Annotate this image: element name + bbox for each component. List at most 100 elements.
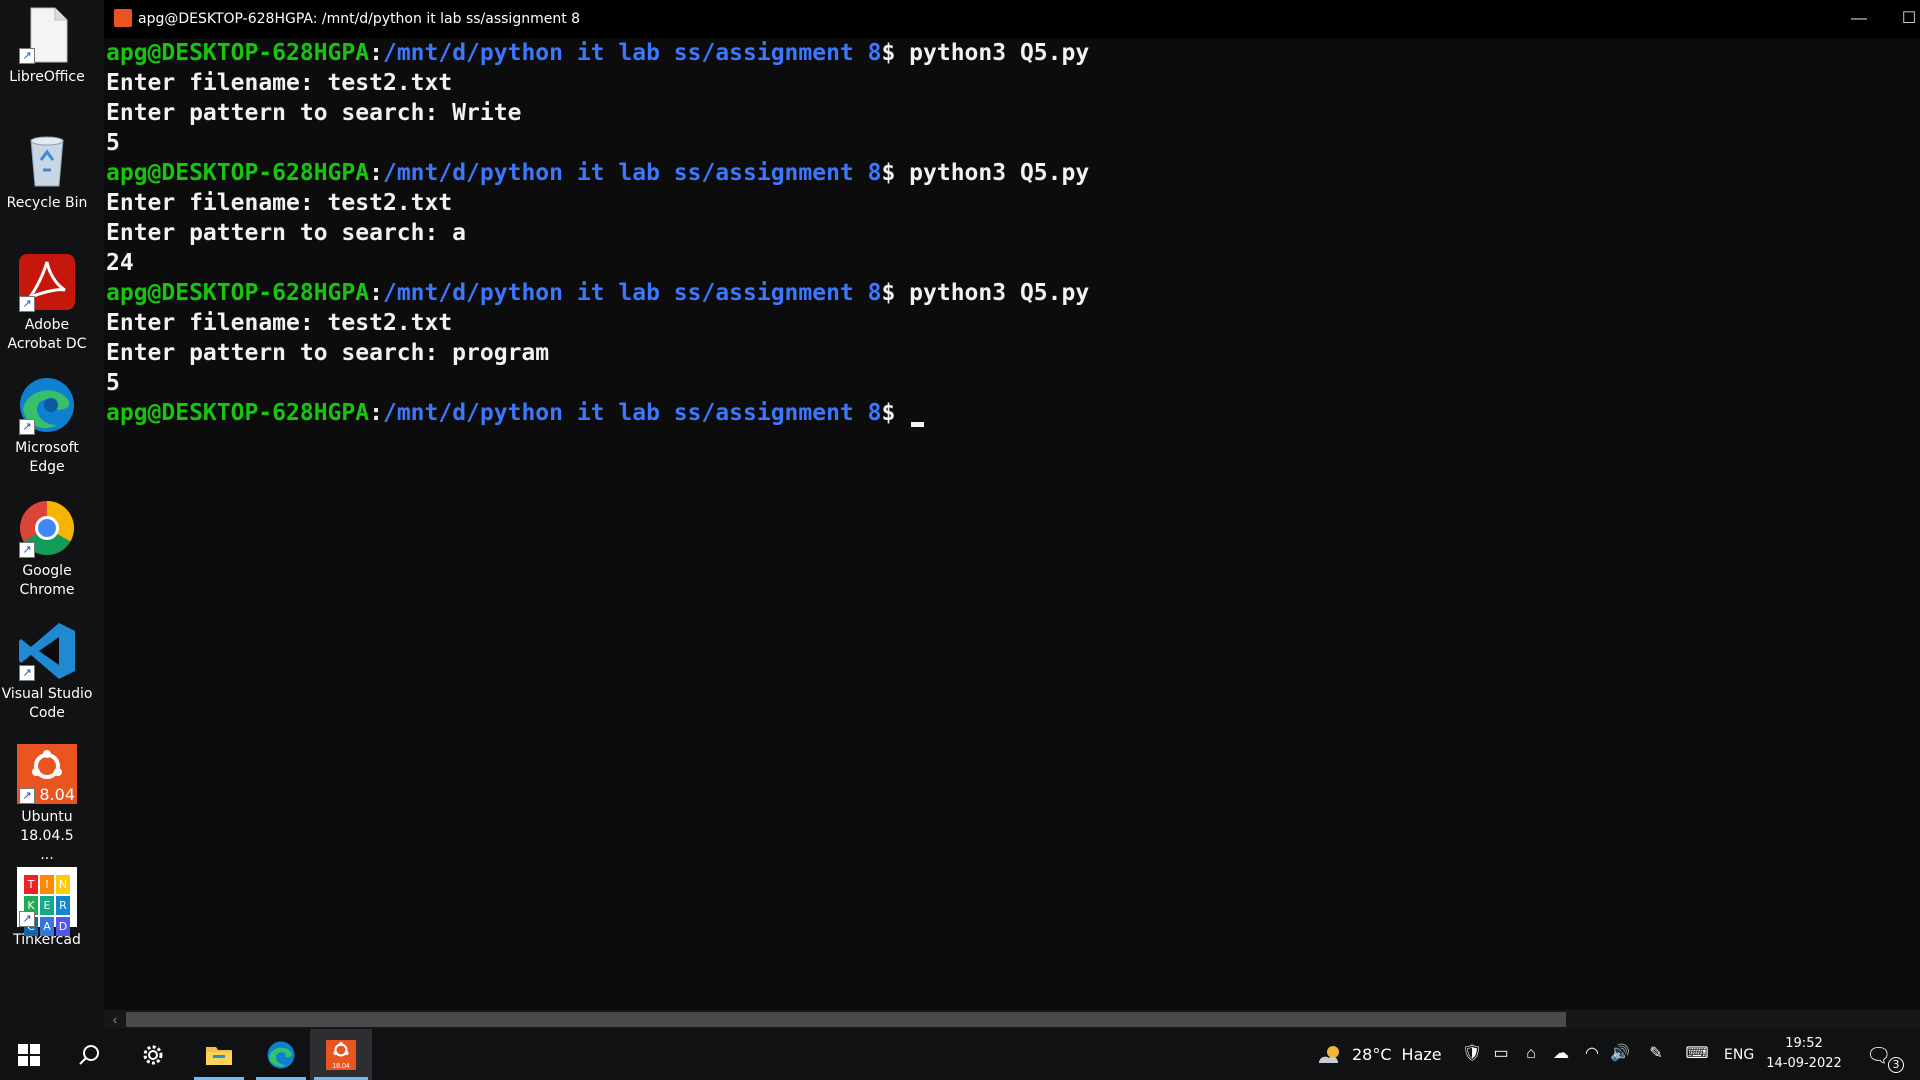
desktop-label: Recycle Bin [6,195,88,211]
desktop-label: Adobe Acrobat DC [7,317,87,352]
current-prompt-line[interactable]: apg@DESKTOP-628HGPA:/mnt/d/python it lab… [106,398,925,428]
shortcut-arrow-icon: ↗ [19,296,35,312]
notification-center-button[interactable]: 🗨 3 [1866,1029,1906,1080]
ubuntu-icon [114,9,132,27]
clock-time: 19:52 [1785,1036,1823,1051]
search-icon [79,1044,99,1065]
recycle-bin-icon [17,130,77,190]
desktop-ubuntu[interactable]: 8.04 ↗ Ubuntu 18.04.5 ... [0,744,94,865]
output-result: 5 [106,370,120,396]
desktop-google-chrome[interactable]: ↗ Google Chrome [0,498,94,600]
pen-icon[interactable]: ✎ [1645,1043,1667,1065]
tinkercad-letter: I [40,875,54,894]
prompt-line: apg@DESKTOP-628HGPA:/mnt/d/python it lab… [106,38,1089,68]
clock-date: 14-09-2022 [1766,1056,1842,1071]
desktop-libreoffice[interactable]: ↗ LibreOffice [0,4,94,87]
vscode-icon: ↗ [17,621,77,681]
tinkercad-letter: A [40,917,54,936]
output-line: Enter filename: test2.txt [106,310,453,336]
shortcut-arrow-icon: ↗ [19,911,35,927]
prompt-path: /mnt/d/python it lab ss/assignment 8 [382,160,882,186]
prompt-symbol: $ [881,160,910,186]
wifi-icon[interactable]: ◠ [1581,1043,1603,1065]
maximize-button[interactable]: ☐ [1894,5,1920,33]
prompt-user: apg@DESKTOP-628HGPA [106,280,370,306]
output-result: 5 [106,130,120,156]
desktop-recycle-bin[interactable]: Recycle Bin [0,130,94,213]
battery-icon[interactable]: ▭ [1490,1043,1512,1065]
output-line: Enter pattern to search: a [106,220,467,246]
language-indicator[interactable]: ENG [1724,1029,1754,1080]
ubuntu-icon: 18.04 [326,1039,356,1070]
volume-icon[interactable]: 🔊 [1609,1043,1631,1065]
start-button[interactable] [0,1029,58,1080]
desktop-microsoft-edge[interactable]: ↗ Microsoft Edge [0,375,94,477]
tinkercad-letter: R [56,896,70,915]
tinkercad-letter: N [56,875,70,894]
prompt-user: apg@DESKTOP-628HGPA [106,160,370,186]
minimize-button[interactable]: — [1844,5,1874,33]
libreoffice-file-icon: ↗ [17,4,77,64]
prompt-user: apg@DESKTOP-628HGPA [106,400,370,426]
ubuntu-version-badge: 18.04 [332,1062,350,1070]
output-line: Enter pattern to search: program [106,340,550,366]
shortcut-arrow-icon: ↗ [19,419,35,435]
search-button[interactable] [62,1029,116,1080]
prompt-path: /mnt/d/python it lab ss/assignment 8 [382,400,882,426]
weather-widget[interactable]: 28°C Haze [1316,1029,1442,1080]
file-explorer-button[interactable] [190,1029,248,1080]
shortcut-arrow-icon: ↗ [19,48,35,64]
onedrive-cloud-icon[interactable]: ☁ [1550,1043,1572,1065]
desktop-adobe-acrobat[interactable]: ↗ Adobe Acrobat DC [0,252,94,354]
touch-keyboard-icon[interactable]: ⌨ [1682,1043,1712,1065]
weather-haze-icon [1319,1045,1339,1063]
tinkercad-icon: T I N K E R C A D ↗ [17,867,77,936]
chrome-icon: ↗ [17,498,77,558]
terminal-console[interactable]: apg@DESKTOP-628HGPA:/mnt/d/python it lab… [104,38,1920,1010]
settings-button[interactable] [126,1029,180,1080]
edge-taskbar-button[interactable] [252,1029,310,1080]
clock[interactable]: 19:52 14-09-2022 [1762,1034,1846,1074]
scrollbar-thumb[interactable] [126,1012,1566,1027]
desktop-tinkercad[interactable]: T I N K E R C A D ↗ Tinkercad [0,867,94,950]
command-text: python3 Q5.py [909,280,1090,306]
prompt-line: apg@DESKTOP-628HGPA:/mnt/d/python it lab… [106,278,1089,308]
desktop-label: Microsoft Edge [15,440,79,475]
language-text: ENG [1724,1046,1755,1063]
start-icon [18,1043,40,1066]
output-line: Enter filename: test2.txt [106,70,453,96]
prompt-path: /mnt/d/python it lab ss/assignment 8 [382,40,882,66]
prompt-separator: : [369,400,383,426]
tinkercad-letter: E [40,896,54,915]
command-text: python3 Q5.py [909,160,1090,186]
horizontal-scrollbar[interactable]: ‹ [104,1010,1920,1029]
file-explorer-icon [206,1046,232,1065]
shortcut-arrow-icon: ↗ [19,665,35,681]
shortcut-arrow-icon: ↗ [19,788,35,804]
desktop-label: Visual Studio Code [1,686,93,721]
output-line: Enter filename: test2.txt [106,190,453,216]
ubuntu-taskbar-button[interactable]: 18.04 [310,1029,372,1080]
prompt-user: apg@DESKTOP-628HGPA [106,40,370,66]
desktop-label: Google Chrome [19,563,75,598]
shortcut-arrow-icon: ↗ [19,542,35,558]
desktop-vscode[interactable]: ↗ Visual Studio Code [0,621,94,723]
window-titlebar[interactable]: apg@DESKTOP-628HGPA: /mnt/d/python it la… [104,0,1920,38]
prompt-symbol: $ [881,280,910,306]
desktop-label: Ubuntu 18.04.5 ... [20,809,74,863]
window-title: apg@DESKTOP-628HGPA: /mnt/d/python it la… [138,11,581,27]
camera-icon[interactable]: ⌂ [1520,1043,1542,1065]
prompt-path: /mnt/d/python it lab ss/assignment 8 [382,280,882,306]
settings-icon [143,1045,163,1064]
taskbar: 18.04 28°C Haze 🛡 ▭ ⌂ ☁ ◠ 🔊 ✎ ⌨ ENG 19:5… [0,1029,1920,1080]
tinkercad-letter: T [24,875,38,894]
defender-shield-icon[interactable]: 🛡 [1461,1043,1483,1065]
desktop-label: LibreOffice [9,69,85,85]
prompt-line: apg@DESKTOP-628HGPA:/mnt/d/python it lab… [106,158,1089,188]
output-line: Enter pattern to search: Write [106,100,522,126]
prompt-symbol: $ [881,40,910,66]
edge-icon [267,1041,295,1068]
command-text: python3 Q5.py [909,40,1090,66]
terminal-window[interactable]: apg@DESKTOP-628HGPA: /mnt/d/python it la… [104,0,1920,1029]
scroll-left-arrow-icon[interactable]: ‹ [108,1010,122,1029]
